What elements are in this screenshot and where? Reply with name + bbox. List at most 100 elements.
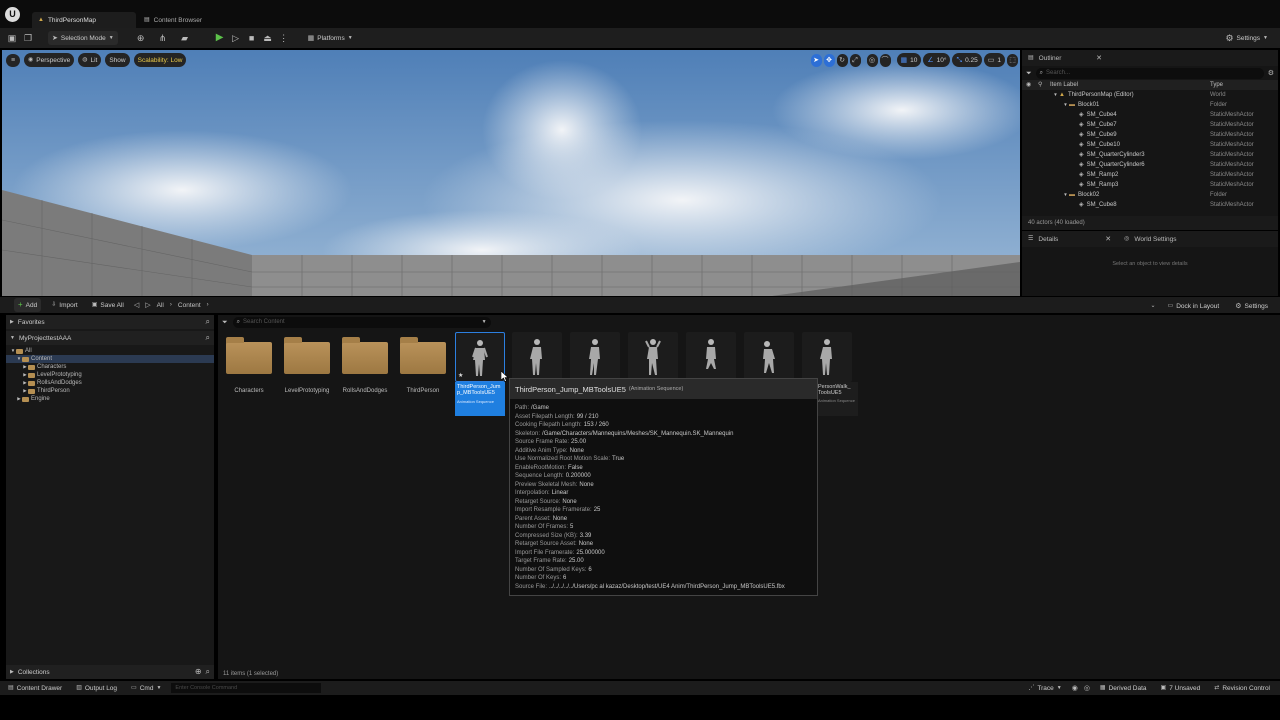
folder-tree-item[interactable]: ▶ LevelPrototyping — [6, 371, 214, 379]
folder-tile-characters[interactable]: Characters — [224, 332, 274, 418]
outliner-row[interactable]: ◈ SM_QuarterCylinder6 StaticMeshActor — [1022, 160, 1278, 170]
level-viewport[interactable]: ≡ ◉ Perspective ◍ Lit Show Scalability: … — [2, 50, 1020, 296]
step-icon[interactable]: ▷ — [230, 33, 242, 43]
tab-details[interactable]: Details — [1038, 236, 1058, 243]
outliner-search-input[interactable]: ⌕ Search... — [1035, 67, 1264, 79]
hamburger-menu-icon[interactable]: ≡ — [6, 53, 20, 67]
asset-tile-selected[interactable]: ★ ThirdPerson_Jump_MBToolsUE5 Animation … — [455, 332, 505, 418]
close-icon[interactable]: ✕ — [1105, 236, 1111, 243]
tab-thirdpersonmap[interactable]: ▲ ThirdPersonMap — [32, 12, 136, 28]
column-type[interactable]: Type — [1210, 82, 1223, 88]
output-log-button[interactable]: ▥ Output Log — [72, 681, 121, 695]
folder-tile-thirdperson[interactable]: ThirdPerson — [398, 332, 448, 418]
scale-snap-button[interactable]: ⤡ 0.25 — [952, 53, 982, 67]
rotate-icon[interactable]: ↻ — [836, 53, 848, 67]
outliner-row[interactable]: ◈ SM_Cube10 StaticMeshActor — [1022, 140, 1278, 150]
add-collection-icon[interactable]: ⊕ — [195, 668, 202, 676]
blueprint-icon[interactable]: ⋔ — [154, 33, 172, 43]
camera-speed-button[interactable]: ▭ 1 — [983, 53, 1005, 67]
unreal-logo-icon[interactable]: U — [5, 7, 20, 22]
project-header[interactable]: ▼ MyProjecttestAAA ⌕ — [6, 331, 214, 345]
maximize-viewport-icon[interactable]: ⬚ — [1007, 53, 1018, 67]
chevron-down-icon[interactable]: ⌄ — [1151, 303, 1156, 309]
add-button[interactable]: + Add — [14, 298, 42, 312]
surface-snap-icon[interactable]: ⌒ — [879, 53, 891, 67]
search-icon[interactable]: ⌕ — [206, 318, 210, 326]
translate-icon[interactable]: ✥ — [823, 53, 835, 67]
column-item-label[interactable]: Item Label — [1050, 82, 1078, 88]
selection-mode-dropdown[interactable]: ➤ Selection Mode ▼ — [48, 31, 118, 45]
scale-icon[interactable]: ⤢ — [849, 53, 861, 67]
select-mode-icon[interactable]: ➤ — [810, 53, 822, 67]
folder-tile-levelprototyping[interactable]: LevelPrototyping — [282, 332, 332, 418]
folder-tree-item[interactable]: ▶ Engine — [6, 395, 214, 403]
outliner-row[interactable]: ▼ ▲ ThirdPersonMap (Editor) World — [1022, 90, 1278, 100]
content-drawer-button[interactable]: ▤ Content Drawer — [4, 681, 66, 695]
platforms-dropdown[interactable]: ▦ Platforms ▼ — [304, 31, 357, 45]
outliner-row[interactable]: ◈ SM_QuarterCylinder3 StaticMeshActor — [1022, 150, 1278, 160]
eject-icon[interactable]: ⏏ — [262, 33, 274, 43]
perspective-button[interactable]: ◉ Perspective — [24, 53, 75, 67]
outliner-row[interactable]: ▼ ▬ Block01 Folder — [1022, 100, 1278, 110]
folder-tree-item[interactable]: ▶ Characters — [6, 363, 214, 371]
settings-toggle-icon[interactable]: ◉ — [1072, 685, 1078, 692]
breadcrumb-all[interactable]: All — [157, 302, 164, 309]
outliner-row[interactable]: ◈ SM_Ramp3 StaticMeshActor — [1022, 180, 1278, 190]
filter-icon[interactable]: ⏷ — [1026, 70, 1032, 77]
save-all-button[interactable]: ▣ Save All — [88, 298, 128, 312]
outliner-row[interactable]: ▼ ▬ Block02 Folder — [1022, 190, 1278, 200]
folder-tile-rollsanddodges[interactable]: RollsAndDodges — [340, 332, 390, 418]
tab-world-settings[interactable]: World Settings — [1134, 236, 1176, 243]
folder-tree-item[interactable]: ▶ ThirdPerson — [6, 387, 214, 395]
content-settings-button[interactable]: ⚙ Settings — [1231, 299, 1272, 313]
gear-icon[interactable]: ⚙ — [1268, 70, 1274, 77]
derived-data-button[interactable]: ▦ Derived Data — [1096, 681, 1151, 695]
grid-snap-button[interactable]: ▦ 10 — [896, 53, 922, 67]
expand-arrow-icon[interactable]: ▼ — [1052, 92, 1059, 98]
lit-button[interactable]: ◍ Lit — [78, 53, 102, 67]
outliner-row[interactable]: ◈ SM_Ramp2 StaticMeshActor — [1022, 170, 1278, 180]
play-options-icon[interactable]: ⋮ — [278, 33, 290, 43]
outliner-row[interactable]: ◈ SM_Cube4 StaticMeshActor — [1022, 110, 1278, 120]
show-button[interactable]: Show — [105, 53, 130, 67]
folder-tree-item[interactable]: ▶ RollsAndDodges — [6, 379, 214, 387]
breadcrumb-content[interactable]: Content — [178, 302, 201, 309]
close-icon[interactable]: ✕ — [1096, 55, 1102, 62]
unsaved-button[interactable]: ▣ 7 Unsaved — [1157, 681, 1205, 695]
play-icon[interactable]: ▶ — [214, 33, 226, 43]
record-icon[interactable]: ◎ — [1084, 685, 1090, 692]
expand-arrow-icon[interactable]: ▼ — [1062, 102, 1069, 108]
filter-icon[interactable]: ⏷ — [222, 319, 228, 326]
stop-icon[interactable]: ■ — [246, 33, 258, 43]
world-local-icon[interactable]: ◎ — [866, 53, 878, 67]
outliner-row[interactable]: ◈ SM_Cube9 StaticMeshActor — [1022, 130, 1278, 140]
save-icon[interactable]: ▣ — [6, 33, 18, 43]
eye-icon[interactable]: ◉ — [1026, 82, 1031, 88]
search-icon[interactable]: ⌕ — [206, 668, 210, 676]
trace-button[interactable]: ⋰ Trace ▼ — [1024, 681, 1065, 695]
tab-content-browser[interactable]: ▤ Content Browser — [138, 12, 238, 28]
dock-in-layout-button[interactable]: ▭ Dock in Layout — [1164, 299, 1224, 313]
outliner-row[interactable]: ◈ SM_Cube7 StaticMeshActor — [1022, 120, 1278, 130]
forward-icon[interactable]: ▷ — [145, 302, 150, 309]
folder-tree-item[interactable]: ▼ All — [6, 347, 214, 355]
asset-search-input[interactable]: ⌕ Search Content ▼ — [232, 316, 491, 328]
favorites-header[interactable]: ▶ Favorites ⌕ — [6, 315, 214, 329]
console-command-input[interactable]: Enter Console Command — [171, 683, 322, 693]
search-icon[interactable]: ⌕ — [206, 334, 210, 342]
toolbar-settings-button[interactable]: ⚙ Settings ▼ — [1221, 31, 1272, 45]
folder-tree-item[interactable]: ▼ Content — [6, 355, 214, 363]
cinematics-icon[interactable]: ▰ — [176, 33, 194, 43]
add-actor-icon[interactable]: ⊕ — [132, 33, 150, 43]
folder-open-icon[interactable]: ❐ — [22, 33, 34, 43]
cmd-dropdown[interactable]: ▭ Cmd ▼ — [127, 681, 165, 695]
outliner-row[interactable]: ◈ SM_Cube8 StaticMeshActor — [1022, 200, 1278, 210]
expand-arrow-icon[interactable]: ▼ — [1062, 192, 1069, 198]
pin-icon[interactable]: ⚲ — [1038, 82, 1042, 88]
import-button[interactable]: ⇩ Import — [47, 298, 81, 312]
revision-control-button[interactable]: ⇄ Revision Control — [1210, 681, 1274, 695]
collections-header[interactable]: ▶ Collections ⊕ ⌕ — [6, 665, 214, 679]
scalability-button[interactable]: Scalability: Low — [133, 53, 187, 67]
angle-snap-button[interactable]: ∠ 10° — [923, 53, 951, 67]
back-icon[interactable]: ◁ — [134, 302, 139, 309]
